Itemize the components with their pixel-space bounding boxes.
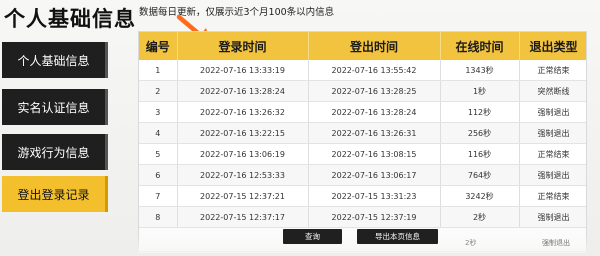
sidebar-item-label: 个人基础信息 (17, 53, 90, 68)
page-title: 个人基础信息 (4, 7, 136, 31)
exit-type-cell: 正常结束 (519, 143, 586, 165)
column-header-exit-type: 退出类型 (519, 32, 586, 60)
row-number: 4 (139, 122, 178, 144)
row-number: 5 (139, 143, 178, 165)
query-button[interactable]: 查询 (283, 229, 342, 244)
login-logout-records-screen: 个人基础信息 数据每日更新，仅展示近3个月100条以内信息 个人基础信息 实名认… (0, 0, 600, 256)
logout-time-cell: 2022-07-16 13:28:25 (308, 80, 441, 102)
records-table: 编号 登录时间 登出时间 在线时间 退出类型 1 2022-07-16 13:3… (139, 32, 586, 228)
row-number: 7 (139, 185, 178, 207)
login-time-cell: 2022-07-16 13:22:15 (177, 122, 309, 144)
column-header-online-time: 在线时间 (440, 32, 520, 60)
exit-type-cell: 突然断线 (519, 80, 586, 102)
logout-time-cell: 2022-07-16 13:28:24 (308, 101, 441, 123)
row-number: 8 (139, 206, 178, 228)
table-row: 5 2022-07-16 13:06:19 2022-07-16 13:08:1… (139, 143, 586, 165)
exit-type-cell: 正常结束 (519, 60, 586, 81)
table-row: 7 2022-07-15 12:37:21 2022-07-15 13:31:2… (139, 185, 586, 207)
records-table-container: 编号 登录时间 登出时间 在线时间 退出类型 1 2022-07-16 13:3… (138, 31, 587, 252)
logout-time-cell: 2022-07-16 13:26:31 (308, 122, 441, 144)
sidebar-item-game-behavior-info[interactable]: 游戏行为信息 (2, 134, 108, 170)
logout-time-cell: 2022-07-16 13:08:15 (308, 143, 441, 165)
table-row: 4 2022-07-16 13:22:15 2022-07-16 13:26:3… (139, 122, 586, 144)
header-row: 编号 登录时间 登出时间 在线时间 退出类型 (139, 32, 586, 60)
data-notice: 数据每日更新，仅展示近3个月100条以内信息 (139, 7, 335, 18)
column-header-logout-time: 登出时间 (308, 32, 441, 60)
online-time-cell: 1秒 (440, 80, 520, 102)
table-row: 8 2022-07-15 12:37:17 2022-07-15 12:37:1… (139, 206, 586, 228)
sidebar-item-personal-basic-info[interactable]: 个人基础信息 (2, 42, 108, 78)
login-time-cell: 2022-07-16 13:26:32 (177, 101, 309, 123)
exit-type-cell: 强制退出 (519, 206, 586, 228)
table-row: 3 2022-07-16 13:26:32 2022-07-16 13:28:2… (139, 101, 586, 123)
logout-time-cell: 2022-07-15 12:37:19 (308, 206, 441, 228)
online-time-cell: 2秒 (440, 206, 520, 228)
row-number: 2 (139, 80, 178, 102)
row-number: 6 (139, 164, 178, 186)
sidebar-item-label: 游戏行为信息 (17, 145, 90, 160)
table-row: 1 2022-07-16 13:33:19 2022-07-16 13:55:4… (139, 60, 586, 81)
logout-time-cell: 2022-07-15 13:31:23 (308, 185, 441, 207)
online-time-cell: 256秒 (440, 122, 520, 144)
sidebar-item-label: 实名认证信息 (17, 100, 90, 115)
exit-type-cell: 强制退出 (519, 122, 586, 144)
exit-type-cell: 强制退出 (519, 101, 586, 123)
logout-time-cell: 2022-07-16 13:55:42 (308, 60, 441, 81)
login-time-cell: 2022-07-16 13:28:24 (177, 80, 309, 102)
online-time-cell: 764秒 (440, 164, 520, 186)
exit-type-cell: 正常结束 (519, 185, 586, 207)
sidebar-item-login-logout-records[interactable]: 登出登录记录 (2, 176, 108, 212)
table-row: 2 2022-07-16 13:28:24 2022-07-16 13:28:2… (139, 80, 586, 102)
online-time-cell: 3242秒 (440, 185, 520, 207)
login-time-cell: 2022-07-15 12:37:17 (177, 206, 309, 228)
login-time-cell: 2022-07-16 13:33:19 (177, 60, 309, 81)
login-time-cell: 2022-07-15 12:37:21 (177, 185, 309, 207)
row-number: 3 (139, 101, 178, 123)
records-table-header: 编号 登录时间 登出时间 在线时间 退出类型 (139, 32, 586, 60)
exit-type-cell: 强制退出 (519, 164, 586, 186)
table-row: 6 2022-07-16 12:53:33 2022-07-16 13:06:1… (139, 164, 586, 186)
export-current-page-button[interactable]: 导出本页信息 (357, 229, 438, 244)
online-time-cell: 112秒 (440, 101, 520, 123)
online-time-cell: 1343秒 (440, 60, 520, 81)
records-table-body: 1 2022-07-16 13:33:19 2022-07-16 13:55:4… (139, 60, 586, 228)
column-header-login-time: 登录时间 (177, 32, 309, 60)
sidebar-item-real-name-auth-info[interactable]: 实名认证信息 (2, 89, 108, 125)
column-header-number: 编号 (139, 32, 178, 60)
login-time-cell: 2022-07-16 13:06:19 (177, 143, 309, 165)
partial-online-hint: 2秒 (465, 239, 477, 247)
partial-exit-type-hint: 强制退出 (542, 239, 570, 247)
login-time-cell: 2022-07-16 12:53:33 (177, 164, 309, 186)
sidebar-item-label: 登出登录记录 (17, 187, 90, 202)
row-number: 1 (139, 60, 178, 81)
logout-time-cell: 2022-07-16 13:06:17 (308, 164, 441, 186)
online-time-cell: 116秒 (440, 143, 520, 165)
